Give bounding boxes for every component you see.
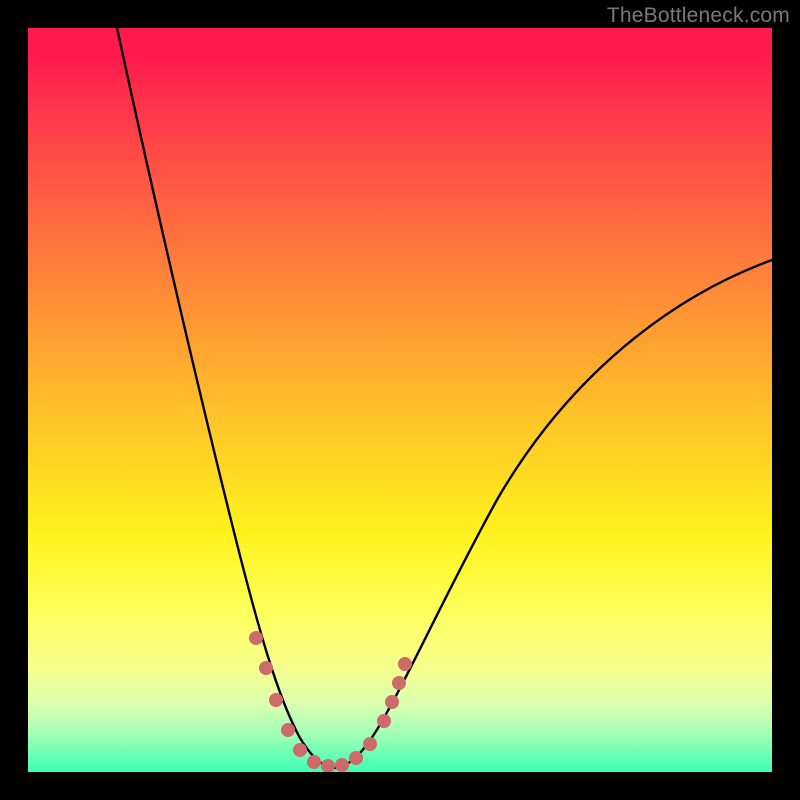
marker-dot — [321, 759, 335, 772]
marker-dot — [385, 695, 399, 709]
marker-dot — [281, 723, 295, 737]
marker-dot — [377, 714, 391, 728]
marker-dot — [259, 661, 273, 675]
curve-path — [117, 28, 772, 768]
marker-dot — [335, 758, 349, 772]
marker-dot — [392, 676, 406, 690]
marker-dot — [307, 755, 321, 769]
marker-dot — [398, 657, 412, 671]
marker-dots-group — [249, 631, 412, 772]
marker-dot — [293, 743, 307, 757]
marker-dot — [249, 631, 263, 645]
plot-area — [28, 28, 772, 772]
marker-dot — [349, 751, 363, 765]
bottleneck-curve — [28, 28, 772, 772]
chart-frame: TheBottleneck.com — [0, 0, 800, 800]
marker-dot — [269, 693, 283, 707]
watermark-text: TheBottleneck.com — [607, 4, 790, 28]
marker-dot — [363, 737, 377, 751]
